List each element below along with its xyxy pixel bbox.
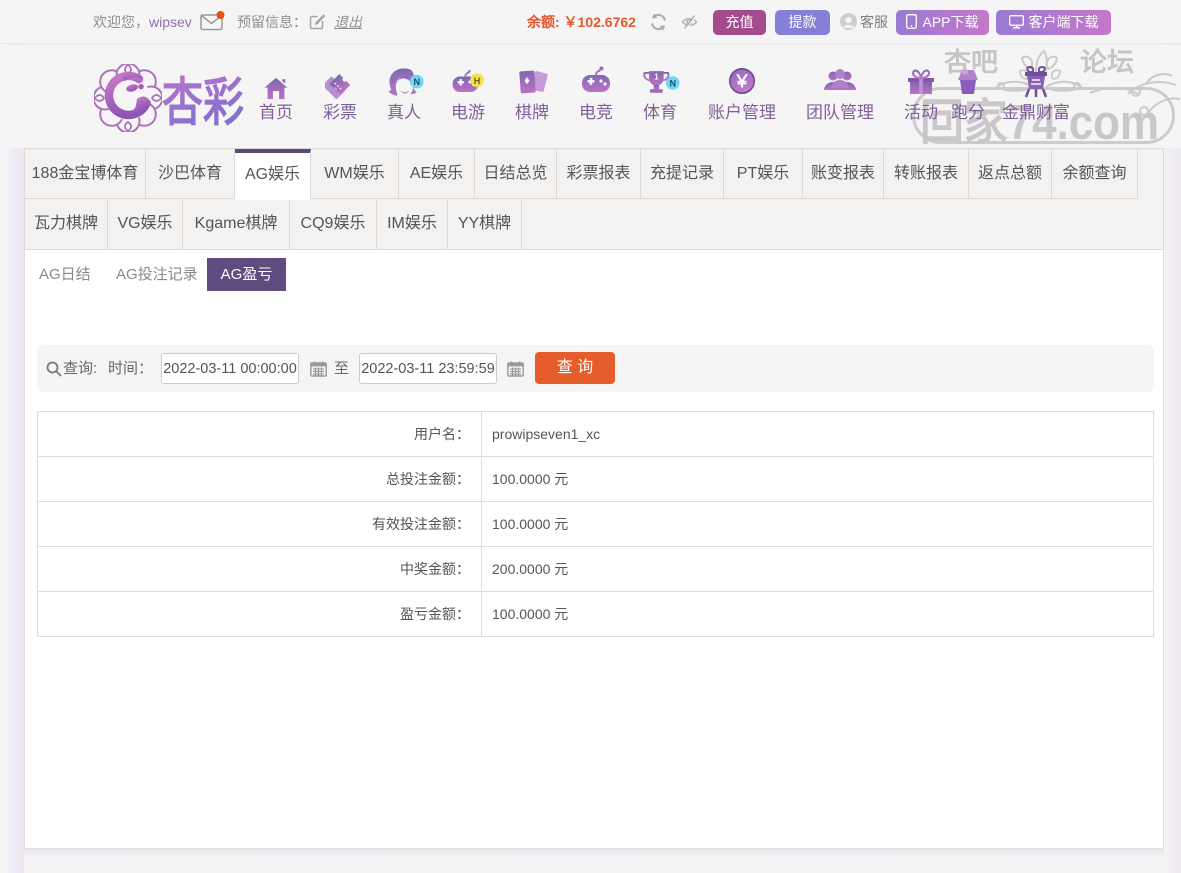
svg-text:N: N (669, 79, 676, 89)
svg-text:N: N (413, 77, 420, 87)
svg-text:论坛: 论坛 (1080, 47, 1134, 77)
svg-text:￥: ￥ (734, 72, 751, 91)
svg-text:1: 1 (654, 72, 659, 81)
svg-text:H: H (474, 76, 481, 86)
